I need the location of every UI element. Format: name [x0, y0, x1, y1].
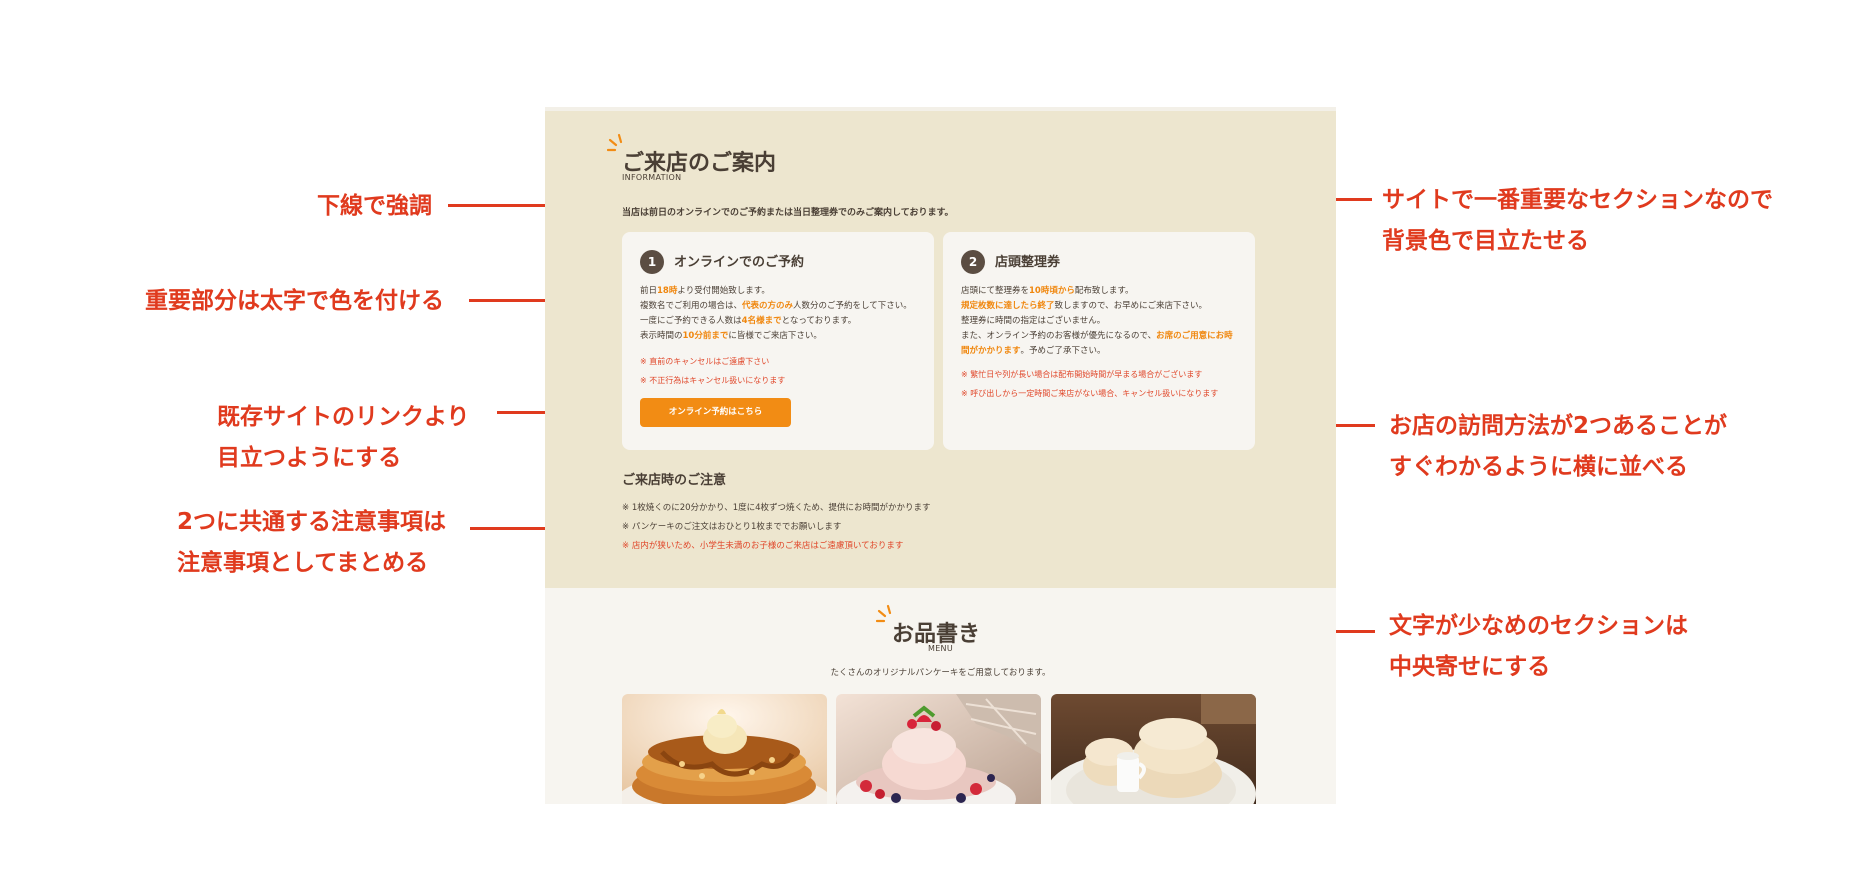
info-section: ご来店のご案内 INFORMATION 当店は前日のオンラインでのご予約または当…	[545, 111, 1336, 588]
card-line: 間がかかります。予めご了承下さい。	[961, 346, 1106, 356]
card-store-ticket: 2 店頭整理券 店頭にて整理券を10時頃から配布致します。 規定枚数に達したら終…	[943, 232, 1255, 450]
menu-section: お品書き MENU たくさんのオリジナルパンケーキをご用意しております。	[545, 588, 1336, 804]
menu-lead: たくさんのオリジナルパンケーキをご用意しております。	[830, 668, 1051, 678]
card-line: 規定枚数に達したら終了致しますので、お早めにご来店下さい。	[961, 301, 1208, 311]
annotation-underline: 下線で強調	[317, 193, 432, 219]
annotation-text: 中央寄せにする	[1389, 654, 1551, 680]
card-line: 店頭にて整理券を10時頃から配布致します。	[961, 286, 1134, 296]
annotation-center-align: 文字が少なめのセクションは 中央寄せにする	[1389, 606, 1688, 688]
annotation-text: 目立つようにする	[217, 445, 402, 471]
caution-item: ※ パンケーキのご注文はおひとり1枚まででお願いします	[622, 522, 842, 532]
card-online-reservation: 1 オンラインでのご予約 前日18時より受付開始致します。 複数名でご利用の場合…	[622, 232, 934, 450]
annotation-side-by-side: お店の訪問方法が2つあることが すぐわかるように横に並べる	[1389, 406, 1727, 488]
card-line: 整理券に時間の指定はございません。	[961, 316, 1106, 326]
annotation-text: お店の訪問方法が2つあることが	[1389, 413, 1728, 439]
caution-item-red: ※ 店内が狭いため、小学生未満のお子様のご来店はご遠慮頂いております	[622, 541, 904, 551]
card-note: ※ 直前のキャンセルはご遠慮下さい	[640, 357, 770, 366]
annotation-text: 背景色で目立たせる	[1382, 228, 1589, 254]
annotation-text: 文字が少なめのセクションは	[1389, 613, 1688, 639]
info-subtitle: INFORMATION	[622, 173, 682, 182]
card-body: 前日18時より受付開始致します。 複数名でご利用の場合は、代表の方のみ人数分のご…	[640, 284, 912, 344]
info-lead: 当店は前日のオンラインでのご予約または当日整理券でのみご案内しております。	[622, 208, 954, 218]
annotation-text: 2つに共通する注意事項は	[177, 509, 447, 535]
annotation-bg-color: サイトで一番重要なセクションなので 背景色で目立たせる	[1382, 180, 1773, 262]
menu-subtitle: MENU	[928, 644, 953, 653]
pancake-strawberry-photo	[836, 694, 1041, 804]
card-line: また、オンライン予約のお客様が優先になるので、お席のご用意にお時	[961, 331, 1233, 341]
website-mockup: ご来店のご案内 INFORMATION 当店は前日のオンラインでのご予約または当…	[545, 107, 1336, 804]
card-line: 複数名でご利用の場合は、代表の方のみ人数分のご予約をして下さい。	[640, 301, 912, 311]
card-line: 表示時間の10分前までに皆様でご来店下さい。	[640, 331, 822, 341]
step-number-badge: 2	[961, 250, 985, 274]
caution-item: ※ 1枚焼くのに20分かかり、1度に4枚ずつ焼くため、提供にお時間がかかります	[622, 503, 931, 513]
card-body: 店頭にて整理券を10時頃から配布致します。 規定枚数に達したら終了致しますので、…	[961, 284, 1233, 359]
annotation-text: サイトで一番重要なセクションなので	[1382, 187, 1773, 213]
card-title: オンラインでのご予約	[674, 255, 805, 270]
online-reservation-button[interactable]: オンライン予約はこちら	[640, 398, 791, 427]
card-note: ※ 呼び出しから一定時間ご来店がない場合、キャンセル扱いになります	[961, 389, 1219, 398]
card-line: 前日18時より受付開始致します。	[640, 286, 770, 296]
caution-title: ご来店時のご注意	[622, 473, 727, 488]
annotation-text: すぐわかるように横に並べる	[1389, 454, 1688, 480]
annotation-text: 既存サイトのリンクより	[217, 404, 470, 430]
annotation-common-notes: 2つに共通する注意事項は 注意事項としてまとめる	[177, 502, 446, 584]
card-title: 店頭整理券	[995, 255, 1061, 270]
card-line: 一度にご予約できる人数は4名様までとなっております。	[640, 316, 857, 326]
annotation-text: 注意事項としてまとめる	[177, 550, 429, 576]
souffle-pancake-photo	[1051, 694, 1256, 804]
card-note: ※ 繁忙日や列が長い場合は配布開始時間が早まる場合がございます	[961, 370, 1203, 379]
pancake-caramel-photo	[622, 694, 827, 804]
step-number-badge: 1	[640, 250, 664, 274]
card-note: ※ 不正行為はキャンセル扱いになります	[640, 376, 786, 385]
annotation-link-standout: 既存サイトのリンクより 目立つようにする	[217, 397, 470, 479]
annotation-bold-color: 重要部分は太字で色を付ける	[145, 288, 444, 314]
